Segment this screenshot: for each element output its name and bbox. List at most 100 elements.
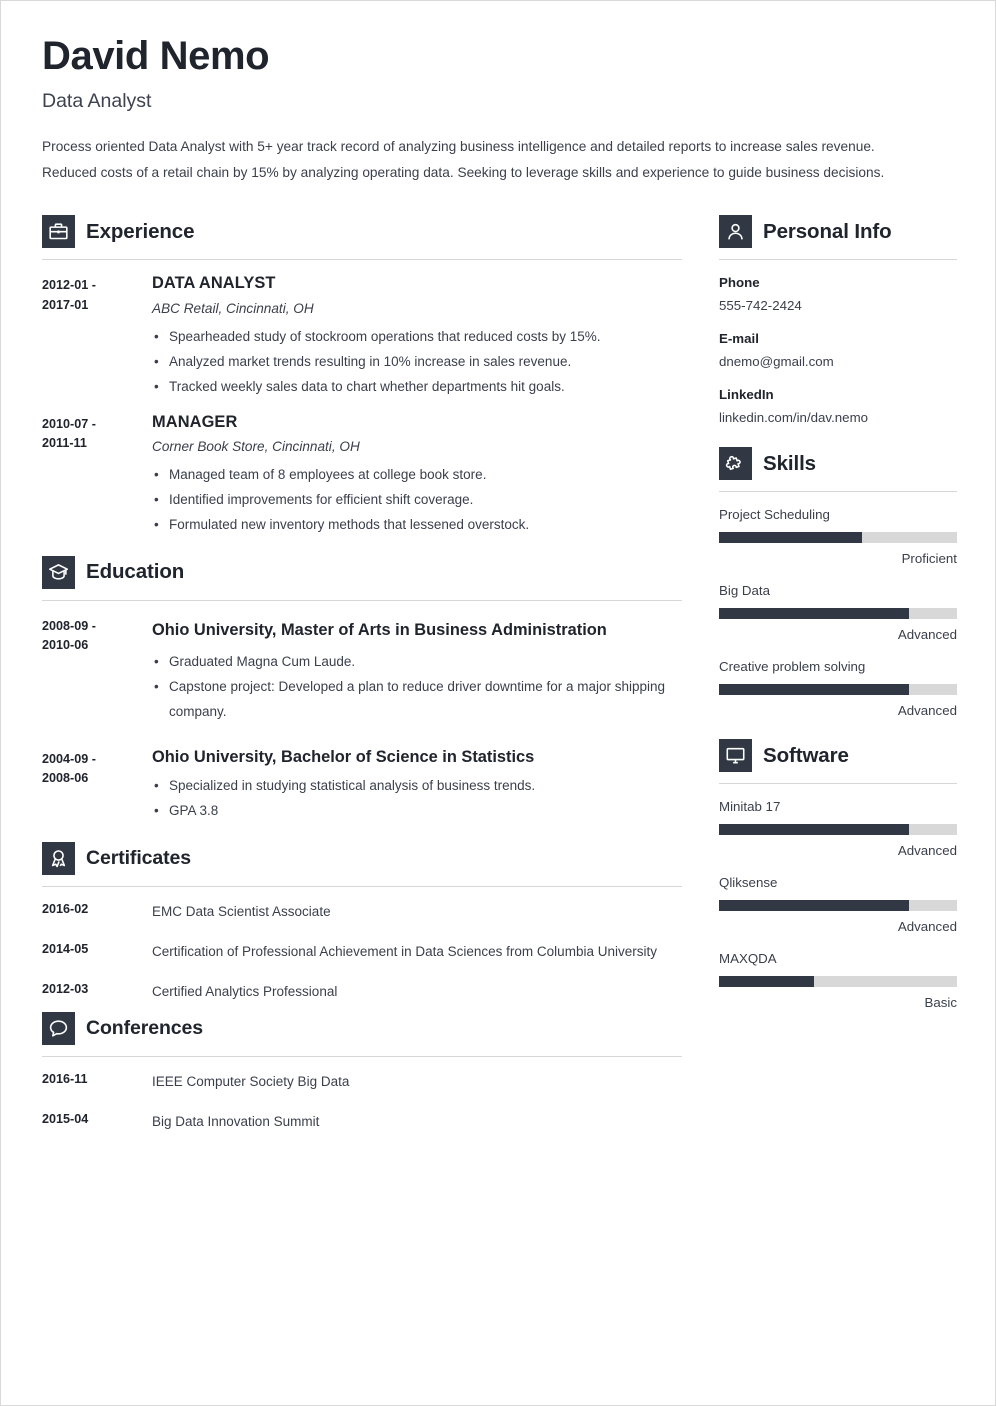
experience-entry: 2012-01 - 2017-01 DATA ANALYST ABC Retai… [42, 273, 682, 398]
speech-bubble-icon [42, 1012, 75, 1046]
software-name: MAXQDA [719, 951, 777, 967]
conference-name: Big Data Innovation Summit [152, 1114, 320, 1130]
software-progress-fill [719, 824, 910, 836]
bullet-item: Tracked weekly sales data to chart wheth… [152, 374, 682, 399]
software-item: Qliksense Advanced [719, 873, 957, 937]
skill-name: Creative problem solving [719, 659, 866, 675]
skill-progress-bar [719, 684, 957, 696]
conference-name: IEEE Computer Society Big Data [152, 1074, 350, 1090]
software-progress-fill [719, 900, 910, 912]
section-title: Experience [86, 219, 195, 243]
conference-date: 2015-04 [42, 1112, 89, 1127]
date-start: 2004-09 - [42, 751, 96, 766]
bullet-item: Graduated Magna Cum Laude. [152, 649, 682, 674]
entry-date-range: 2008-09 - 2010-06 [42, 614, 152, 724]
section-divider [42, 886, 682, 888]
certificate-row: 2014-05 Certification of Professional Ac… [42, 940, 682, 964]
section-experience: Experience 2012-01 - 2017-01 DATA ANALYS… [42, 209, 682, 537]
skill-level-label: Advanced [897, 627, 957, 643]
entry-body: MANAGER Corner Book Store, Cincinnati, O… [152, 412, 682, 537]
section-divider [42, 599, 682, 601]
section-title: Education [86, 559, 185, 583]
resume-header: David Nemo Data Analyst Process oriented… [42, 35, 951, 185]
education-entry: 2008-09 - 2010-06 Ohio University, Maste… [42, 614, 682, 724]
entry-body: Ohio University, Master of Arts in Busin… [152, 614, 682, 724]
section-divider [42, 1056, 682, 1058]
section-certificates: Certificates 2016-02 EMC Data Scientist … [42, 836, 682, 1004]
main-column: Experience 2012-01 - 2017-01 DATA ANALYS… [42, 209, 682, 1136]
info-value[interactable]: dnemo@gmail.com [719, 352, 957, 371]
skill-name: Project Scheduling [719, 507, 830, 523]
date-start: 2008-09 - [42, 618, 96, 633]
section-header: Education [42, 550, 682, 589]
skill-progress-fill [719, 532, 862, 544]
personal-info-item: Phone 555-742-2424 [719, 273, 957, 315]
personal-info-item: E-mail dnemo@gmail.com [719, 329, 957, 371]
info-value[interactable]: 555-742-2424 [719, 296, 957, 315]
section-header: Conferences [42, 1006, 682, 1046]
bullet-item: Capstone project: Developed a plan to re… [152, 674, 682, 724]
date-end: 2010-06 [42, 638, 89, 653]
resume-columns: Experience 2012-01 - 2017-01 DATA ANALYS… [42, 209, 957, 1136]
job-bullets: Managed team of 8 employees at college b… [152, 462, 682, 537]
monitor-icon [719, 739, 752, 773]
entry-date-range: 2010-07 - 2011-11 [42, 412, 152, 537]
software-item: MAXQDA Basic [719, 949, 957, 1013]
graduation-cap-icon [42, 555, 75, 589]
section-header: Personal Info [719, 209, 957, 249]
section-header: Skills [719, 441, 957, 481]
software-progress-bar [719, 976, 957, 988]
bullet-item: Identified improvements for efficient sh… [152, 487, 682, 512]
entry-date-range: 2004-09 - 2008-06 [42, 747, 152, 824]
entry-body: DATA ANALYST ABC Retail, Cincinnati, OH … [152, 273, 682, 398]
software-level-label: Advanced [897, 919, 957, 935]
briefcase-icon [42, 215, 75, 249]
bullet-item: GPA 3.8 [152, 798, 682, 823]
skill-item: Creative problem solving Advanced [719, 657, 957, 721]
section-divider [42, 259, 682, 261]
skill-name: Big Data [719, 583, 770, 599]
info-label: E-mail [719, 331, 759, 347]
certificate-name: Certification of Professional Achievemen… [152, 944, 657, 960]
candidate-job-title: Data Analyst [42, 90, 152, 112]
date-end: 2011-11 [42, 436, 87, 451]
bullet-item: Specialized in studying statistical anal… [152, 773, 682, 798]
section-skills: Skills Project Scheduling Proficient Big… [719, 441, 957, 721]
bullet-item: Analyzed market trends resulting in 10% … [152, 349, 682, 374]
info-value[interactable]: linkedin.com/in/dav.nemo [719, 408, 957, 427]
section-header: Experience [42, 209, 682, 249]
conference-date: 2016-11 [42, 1072, 88, 1087]
degree-title: Ohio University, Master of Arts in Busin… [152, 620, 607, 639]
skill-progress-fill [719, 684, 910, 696]
education-entry: 2004-09 - 2008-06 Ohio University, Bache… [42, 747, 682, 824]
section-divider [719, 259, 957, 261]
bullet-item: Managed team of 8 employees at college b… [152, 462, 682, 487]
date-start: 2010-07 - [42, 416, 96, 431]
software-progress-bar [719, 824, 957, 836]
section-title: Conferences [86, 1016, 204, 1039]
software-name: Qliksense [719, 875, 778, 891]
job-title: MANAGER [152, 412, 238, 431]
certificate-row: 2012-03 Certified Analytics Professional [42, 980, 682, 1004]
award-ribbon-icon [42, 842, 75, 876]
section-divider [719, 491, 957, 493]
bullet-item: Spearheaded study of stockroom operation… [152, 324, 682, 349]
resume-page: David Nemo Data Analyst Process oriented… [0, 0, 996, 1406]
software-item: Minitab 17 Advanced [719, 797, 957, 861]
job-bullets: Spearheaded study of stockroom operation… [152, 324, 682, 399]
certificate-name: EMC Data Scientist Associate [152, 904, 331, 920]
entry-body: Ohio University, Bachelor of Science in … [152, 747, 682, 824]
personal-info-item: LinkedIn linkedin.com/in/dav.nemo [719, 385, 957, 427]
section-header: Certificates [42, 836, 682, 876]
education-bullets: Graduated Magna Cum Laude. Capstone proj… [152, 649, 682, 724]
software-progress-bar [719, 900, 957, 912]
skill-item: Big Data Advanced [719, 581, 957, 645]
bullet-item: Formulated new inventory methods that le… [152, 512, 682, 537]
puzzle-piece-icon [719, 447, 752, 481]
conference-row: 2015-04 Big Data Innovation Summit [42, 1110, 682, 1134]
sidebar-column: Personal Info Phone 555-742-2424 E-mail … [719, 209, 957, 1025]
degree-title: Ohio University, Bachelor of Science in … [152, 747, 535, 766]
certificate-row: 2016-02 EMC Data Scientist Associate [42, 900, 682, 924]
section-title: Software [763, 743, 849, 767]
